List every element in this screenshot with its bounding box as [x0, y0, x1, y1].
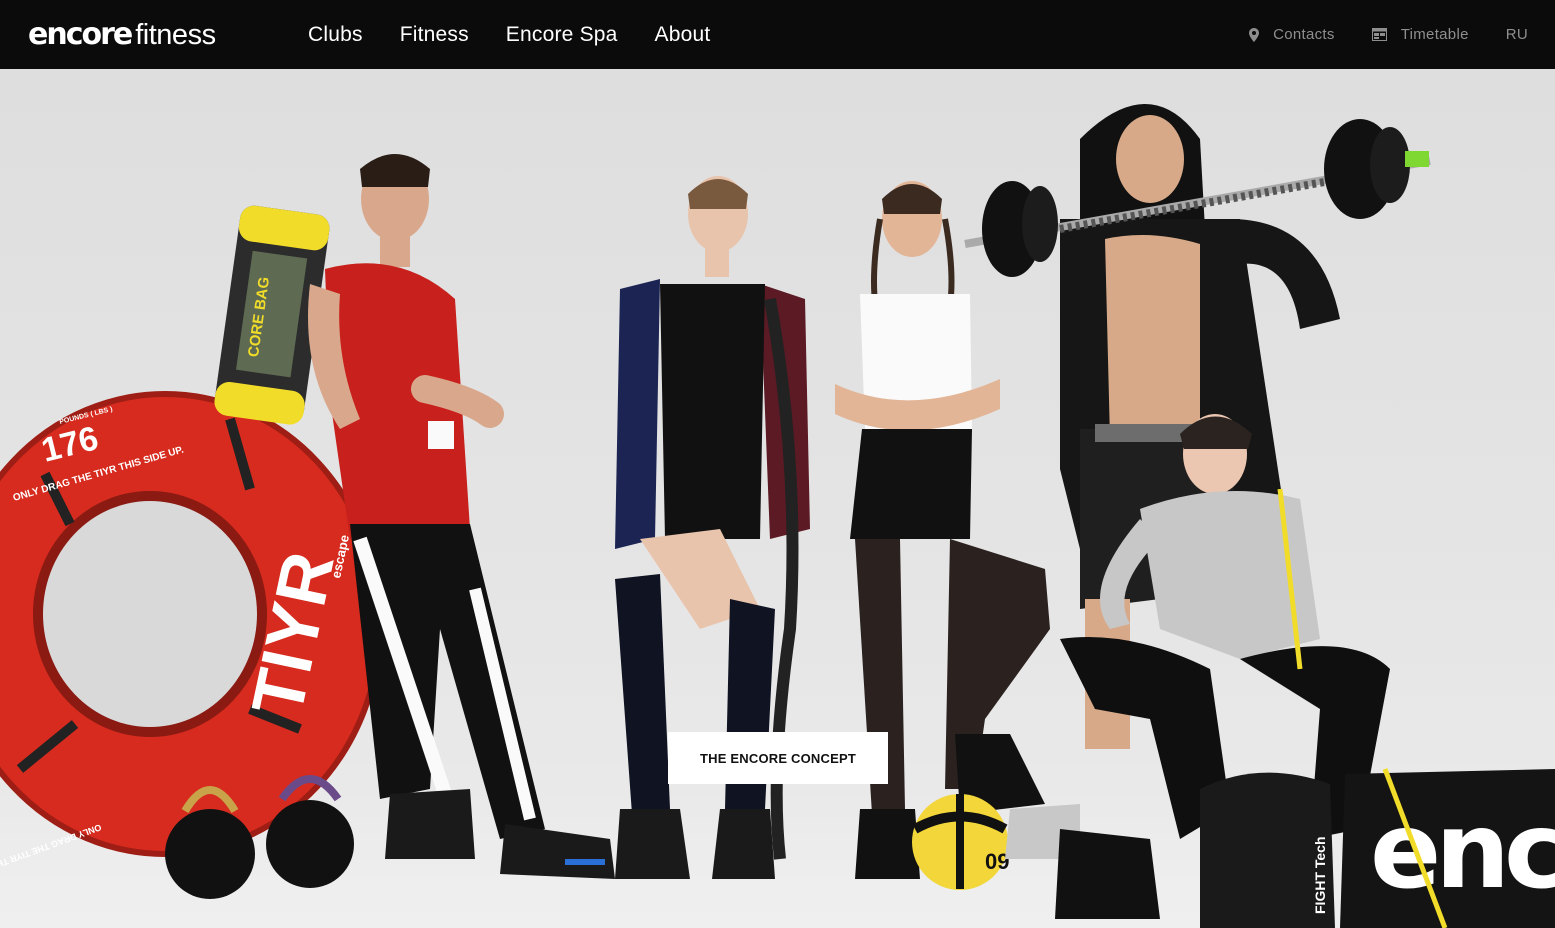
timetable-link[interactable]: Timetable [1371, 26, 1469, 43]
encore-banner-bag: enc [1340, 768, 1555, 928]
utility-nav: Contacts Timetable RU [1212, 0, 1528, 69]
calendar-icon [1371, 28, 1387, 41]
athlete-man-red-tank [308, 154, 615, 879]
hero-photo-illustration: 176 POUNDS ( LBS ) ONLY DRAG THE TIYR TH… [0, 104, 1555, 928]
nav-clubs[interactable]: Clubs [308, 23, 363, 47]
site-header: encore fitness Clubs Fitness Encore Spa … [0, 0, 1555, 69]
encore-fitness-logo[interactable]: encore fitness [28, 17, 216, 53]
hero-banner: 176 POUNDS ( LBS ) ONLY DRAG THE TIYR TH… [0, 69, 1555, 928]
nav-encore-spa[interactable]: Encore Spa [506, 23, 618, 47]
timetable-label: Timetable [1400, 26, 1469, 43]
encore-concept-button[interactable]: THE ENCORE CONCEPT [668, 732, 888, 784]
map-pin-icon [1249, 27, 1260, 42]
nav-about[interactable]: About [655, 23, 711, 47]
main-nav: Clubs Fitness Encore Spa About [308, 0, 747, 69]
language-switch-ru[interactable]: RU [1506, 26, 1528, 43]
tyre-slogan-bottom-text: ONLY DRAG THE TIYR THIS SIDE UP. [0, 822, 103, 886]
logo-wordmark-encore: encore [28, 17, 133, 52]
contacts-link[interactable]: Contacts [1249, 26, 1335, 43]
nav-fitness[interactable]: Fitness [400, 23, 469, 47]
contacts-label: Contacts [1273, 26, 1335, 43]
fight-bag-label: FIGHT Tech [1312, 836, 1328, 914]
logo-wordmark-fitness: fitness [135, 19, 216, 51]
fight-bag: FIGHT Tech [1200, 772, 1335, 928]
